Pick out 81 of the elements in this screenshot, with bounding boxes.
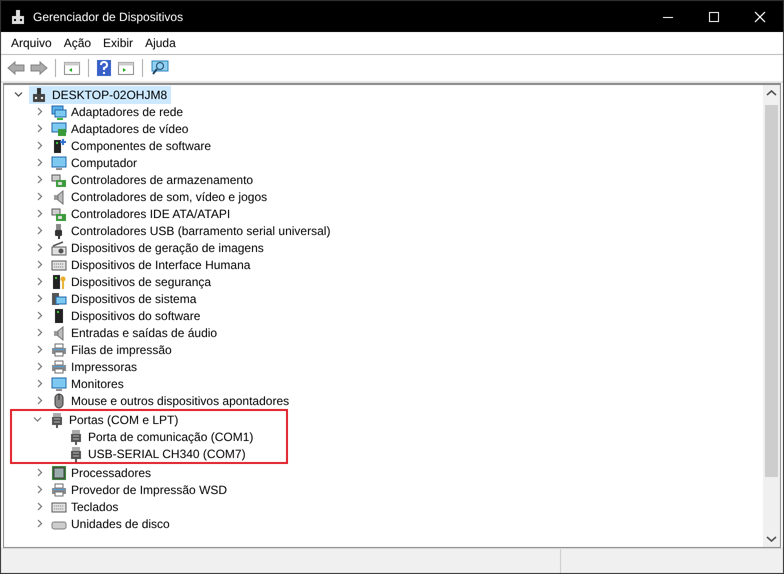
expand-chevron-icon[interactable]	[35, 396, 44, 405]
tree-item[interactable]: Adaptadores de vídeo	[71, 122, 188, 136]
help-icon[interactable]	[96, 59, 112, 77]
expand-chevron-icon[interactable]	[35, 209, 44, 218]
properties-icon[interactable]	[117, 60, 135, 76]
tree-item[interactable]: Controladores de armazenamento	[71, 172, 254, 186]
tree-item[interactable]: Entradas e saídas de áudio	[71, 326, 218, 340]
expand-chevron-icon[interactable]	[35, 175, 44, 184]
expand-chevron-icon[interactable]	[35, 243, 44, 252]
expand-chevron-icon[interactable]	[35, 311, 44, 320]
device-manager-icon	[10, 8, 26, 24]
expand-chevron-icon[interactable]	[35, 294, 44, 303]
back-arrow-icon[interactable]	[7, 60, 25, 76]
tree-item[interactable]: Dispositivos do software	[71, 308, 200, 322]
menu-item[interactable]: Ajuda	[139, 36, 182, 50]
tree-item[interactable]: Monitores	[71, 376, 124, 390]
collapse-chevron-icon[interactable]	[33, 415, 42, 424]
expand-chevron-icon[interactable]	[35, 260, 44, 269]
tree-item[interactable]: USB-SERIAL CH340 (COM7)	[88, 446, 246, 460]
menu-item[interactable]: Arquivo	[5, 36, 58, 50]
port-connector-icon	[68, 428, 84, 444]
tree-item[interactable]: Dispositivos de sistema	[71, 292, 196, 306]
expand-chevron-icon[interactable]	[35, 107, 44, 116]
printer-icon	[51, 342, 67, 358]
camera-icon	[51, 240, 67, 256]
expand-chevron-icon[interactable]	[35, 141, 44, 150]
monitor-icon	[51, 154, 67, 170]
printer-icon	[51, 358, 67, 374]
monitor-scan-icon[interactable]	[150, 59, 170, 77]
storage-icon	[51, 172, 67, 188]
expand-chevron-icon[interactable]	[35, 345, 44, 354]
expand-chevron-icon[interactable]	[35, 124, 44, 133]
scrollbar-thumb[interactable]	[765, 105, 778, 477]
expand-chevron-icon[interactable]	[35, 192, 44, 201]
console-tree-icon[interactable]	[63, 60, 81, 76]
expand-chevron-icon[interactable]	[35, 362, 44, 371]
expand-chevron-icon[interactable]	[35, 158, 44, 167]
system-icon	[51, 290, 67, 306]
expand-chevron-icon[interactable]	[35, 328, 44, 337]
tree-item[interactable]: Adaptadores de rede	[71, 104, 184, 118]
card-icon	[51, 206, 67, 222]
expand-chevron-icon[interactable]	[35, 226, 44, 235]
component-icon	[51, 138, 67, 154]
tree-item[interactable]: Porta de comunicação (COM1)	[88, 430, 254, 444]
tree-item[interactable]: Processadores	[71, 466, 152, 480]
expand-chevron-icon[interactable]	[35, 277, 44, 286]
port-connector-icon	[49, 412, 65, 428]
collapse-chevron-icon[interactable]	[14, 90, 23, 99]
expand-chevron-icon[interactable]	[35, 468, 44, 477]
tree-item[interactable]: Mouse e outros dispositivos apontadores	[71, 394, 290, 408]
menu-item[interactable]: Ação	[58, 36, 98, 50]
display-card-icon	[51, 120, 67, 136]
expand-chevron-icon[interactable]	[35, 379, 44, 388]
expand-chevron-icon[interactable]	[35, 502, 44, 511]
expand-chevron-icon[interactable]	[35, 485, 44, 494]
forward-arrow-icon[interactable]	[30, 60, 48, 76]
tree-item[interactable]: Componentes de software	[71, 138, 212, 152]
expand-chevron-icon[interactable]	[35, 519, 44, 528]
tree-item[interactable]: Computador	[71, 156, 138, 170]
key-device-icon	[51, 274, 67, 290]
tree-item[interactable]: DESKTOP-02OHJM8	[29, 86, 172, 104]
network-icon	[51, 104, 67, 120]
tree-item[interactable]: Portas (COM e LPT)	[69, 412, 178, 426]
monitor-icon	[51, 376, 67, 392]
printer-icon	[51, 482, 67, 498]
port-connector-icon	[68, 446, 84, 462]
tree-item[interactable]: Impressoras	[71, 360, 138, 374]
tree-item[interactable]: Dispositivos de segurança	[71, 274, 212, 288]
tree-item[interactable]: Provedor de Impressão WSD	[71, 482, 228, 496]
tree-item[interactable]: Dispositivos de Interface Humana	[71, 258, 250, 272]
window-title: Gerenciador de Dispositivos	[33, 10, 184, 24]
tree-item[interactable]: Unidades de disco	[71, 516, 170, 530]
tree-item[interactable]: Filas de impressão	[71, 342, 172, 356]
tree-item[interactable]: Controladores de som, vídeo e jogos	[71, 190, 268, 204]
menu-item[interactable]: Exibir	[97, 36, 140, 50]
tree-item[interactable]: Controladores USB (barramento serial universal)	[71, 224, 330, 238]
tree-item[interactable]: Controladores IDE ATA/ATAPI	[71, 206, 230, 220]
tree-item[interactable]: Teclados	[71, 500, 118, 514]
chip-icon	[51, 464, 67, 480]
computer-icon	[31, 86, 47, 102]
tree-item[interactable]: Dispositivos de geração de imagens	[71, 240, 264, 254]
